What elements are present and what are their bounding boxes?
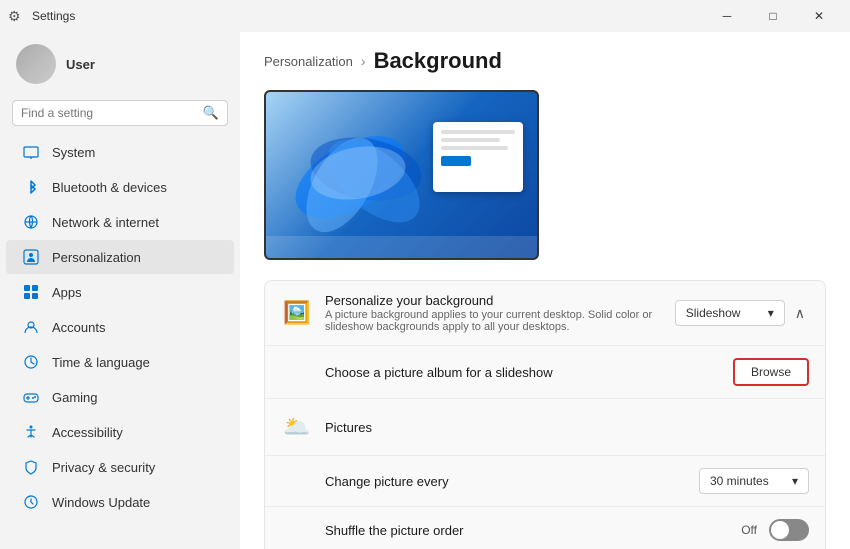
settings-row-pictures-folder: 🌥️ Pictures [265, 399, 825, 456]
toggle-knob [771, 521, 789, 539]
sidebar-item-label: System [52, 145, 95, 160]
bluetooth-icon [22, 178, 40, 196]
dropdown-personalize-bg[interactable]: Slideshow ▾ [675, 300, 785, 326]
time-icon [22, 353, 40, 371]
avatar [16, 44, 56, 84]
sidebar-item-label: Accounts [52, 320, 105, 335]
minimize-button[interactable]: ─ [704, 0, 750, 32]
toggle-label-shuffle: Off [741, 523, 757, 537]
sidebar: User 🔍 System Bluetooth & devices Networ… [0, 32, 240, 549]
sidebar-item-label: Bluetooth & devices [52, 180, 167, 195]
window-mockup [433, 122, 523, 192]
breadcrumb-arrow: › [361, 53, 366, 69]
sidebar-item-privacy[interactable]: Privacy & security [6, 450, 234, 484]
title-bar-controls: ─ □ ✕ [704, 0, 842, 32]
sidebar-item-label: Accessibility [52, 425, 123, 440]
search-icon: 🔍 [203, 105, 219, 121]
sidebar-item-accessibility[interactable]: Accessibility [6, 415, 234, 449]
row-label: Shuffle the picture order [325, 523, 729, 538]
settings-row-change-picture: Change picture every 30 minutes ▾ [265, 456, 825, 507]
accounts-icon [22, 318, 40, 336]
sidebar-item-label: Windows Update [52, 495, 150, 510]
row-desc: A picture background applies to your cur… [325, 309, 663, 333]
toggle-shuffle[interactable] [769, 519, 809, 541]
sidebar-item-label: Network & internet [52, 215, 159, 230]
sidebar-item-label: Privacy & security [52, 460, 155, 475]
title-bar: ⚙ Settings ─ □ ✕ [0, 0, 850, 32]
row-label: Personalize your background [325, 293, 663, 308]
content-area: Personalization › Background [240, 32, 850, 549]
close-button[interactable]: ✕ [796, 0, 842, 32]
sidebar-item-update[interactable]: Windows Update [6, 485, 234, 519]
maximize-button[interactable]: □ [750, 0, 796, 32]
network-icon [22, 213, 40, 231]
sidebar-item-system[interactable]: System [6, 135, 234, 169]
taskbar-mockup [266, 236, 537, 258]
row-label: Choose a picture album for a slideshow [325, 365, 721, 380]
update-icon [22, 493, 40, 511]
browse-button[interactable]: Browse [733, 358, 809, 386]
row-label: Change picture every [325, 474, 687, 489]
sidebar-item-time[interactable]: Time & language [6, 345, 234, 379]
system-icon [22, 143, 40, 161]
personalization-icon [22, 248, 40, 266]
sidebar-item-gaming[interactable]: Gaming [6, 380, 234, 414]
search-input[interactable] [21, 106, 197, 120]
settings-row-picture-album: Choose a picture album for a slideshow B… [265, 346, 825, 399]
sidebar-item-label: Time & language [52, 355, 150, 370]
title-bar-left: ⚙ Settings [8, 8, 75, 24]
sidebar-item-bluetooth[interactable]: Bluetooth & devices [6, 170, 234, 204]
settings-row-shuffle: Shuffle the picture order Off [265, 507, 825, 549]
sidebar-item-accounts[interactable]: Accounts [6, 310, 234, 344]
background-preview [264, 90, 539, 260]
user-profile: User [0, 36, 240, 96]
search-box[interactable]: 🔍 [12, 100, 228, 126]
page-title: Background [374, 48, 502, 74]
apps-icon [22, 283, 40, 301]
page-header: Personalization › Background [264, 48, 826, 74]
settings-row-personalize-bg: 🖼️ Personalize your background A picture… [265, 281, 825, 346]
settings-section: 🖼️ Personalize your background A picture… [264, 280, 826, 549]
sidebar-item-label: Apps [52, 285, 82, 300]
user-name: User [66, 57, 95, 72]
privacy-icon [22, 458, 40, 476]
dropdown-change-picture[interactable]: 30 minutes ▾ [699, 468, 809, 494]
row-label: Pictures [325, 420, 809, 435]
sidebar-item-label: Gaming [52, 390, 98, 405]
title-bar-title: Settings [32, 9, 75, 23]
expand-personalize-bg-button[interactable]: ∧ [791, 301, 809, 326]
sidebar-item-network[interactable]: Network & internet [6, 205, 234, 239]
app-body: User 🔍 System Bluetooth & devices Networ… [0, 32, 850, 549]
settings-app-icon: ⚙ [8, 8, 24, 24]
accessibility-icon [22, 423, 40, 441]
sidebar-item-personalization[interactable]: Personalization [6, 240, 234, 274]
sidebar-item-apps[interactable]: Apps [6, 275, 234, 309]
picture-icon: 🖼️ [281, 297, 313, 329]
breadcrumb-parent[interactable]: Personalization [264, 54, 353, 69]
nav-list: System Bluetooth & devices Network & int… [0, 134, 240, 520]
windows-bloom-graphic [286, 102, 446, 252]
gaming-icon [22, 388, 40, 406]
cloud-pictures-icon: 🌥️ [281, 411, 313, 443]
sidebar-item-label: Personalization [52, 250, 141, 265]
